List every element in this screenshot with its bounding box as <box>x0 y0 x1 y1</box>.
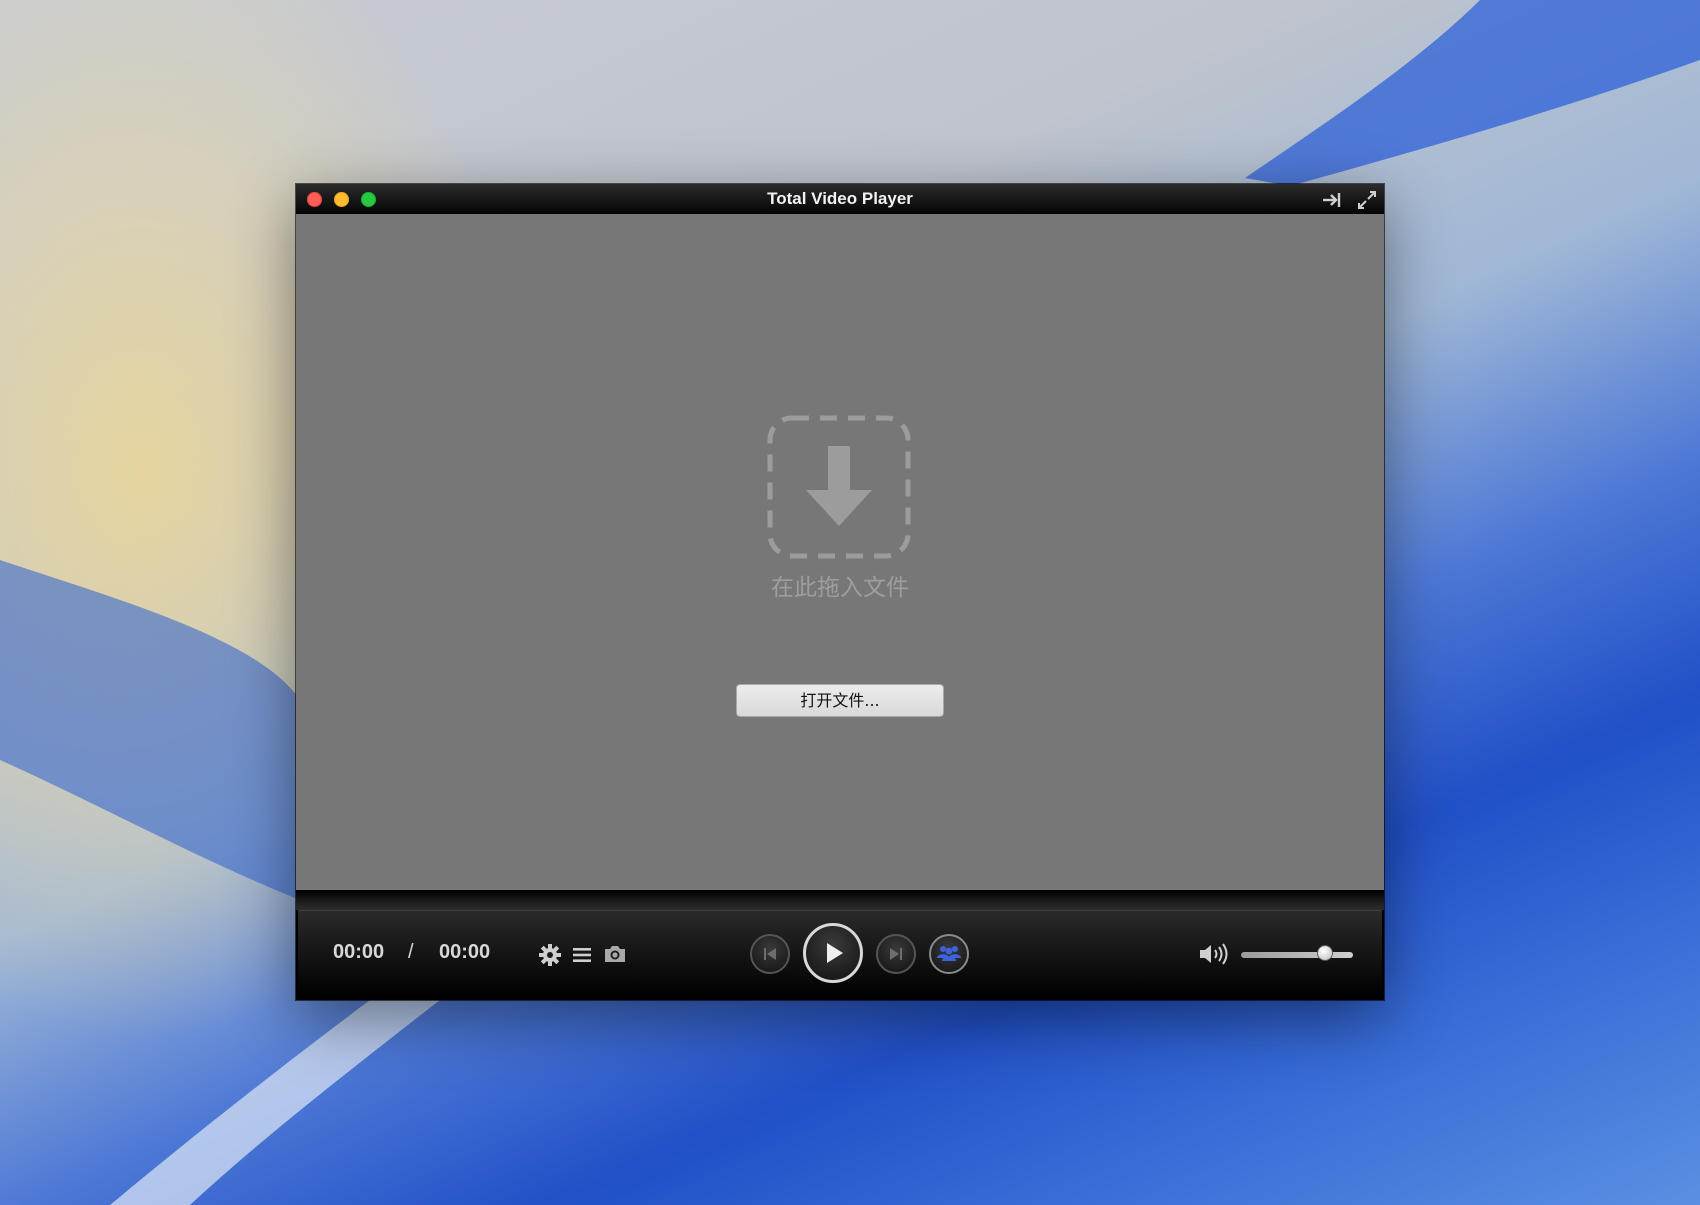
player-window: Total Video Player 在此拖入文件 打开文件... 00:00 … <box>296 184 1384 1000</box>
control-bar: 00:00 / 00:00 <box>298 910 1382 998</box>
previous-icon <box>764 948 776 960</box>
playlist-icon[interactable] <box>571 944 593 970</box>
current-time: 00:00 <box>333 941 385 963</box>
camera-icon[interactable] <box>603 943 627 969</box>
volume-slider[interactable] <box>1241 952 1353 958</box>
gear-icon[interactable] <box>538 943 562 971</box>
play-icon <box>827 943 843 963</box>
play-button[interactable] <box>803 923 863 983</box>
volume-icon[interactable] <box>1198 941 1230 971</box>
window-title: Total Video Player <box>767 189 913 208</box>
time-separator: / <box>408 941 414 963</box>
open-file-button[interactable]: 打开文件... <box>736 684 944 717</box>
duration-time: 00:00 <box>439 941 491 963</box>
drop-hint-text: 在此拖入文件 <box>771 575 909 601</box>
video-area[interactable]: 在此拖入文件 打开文件... <box>296 214 1384 890</box>
progress-bar[interactable] <box>296 890 1384 910</box>
next-icon <box>890 948 902 960</box>
group-button[interactable] <box>929 934 969 974</box>
pin-on-top-icon[interactable] <box>1322 190 1342 210</box>
previous-button[interactable] <box>750 934 790 974</box>
drop-file-icon <box>766 414 912 560</box>
volume-knob[interactable] <box>1318 946 1332 960</box>
title-bar[interactable]: Total Video Player <box>296 184 1384 214</box>
group-icon <box>937 946 961 961</box>
fullscreen-icon[interactable] <box>1357 190 1377 210</box>
next-button[interactable] <box>876 934 916 974</box>
